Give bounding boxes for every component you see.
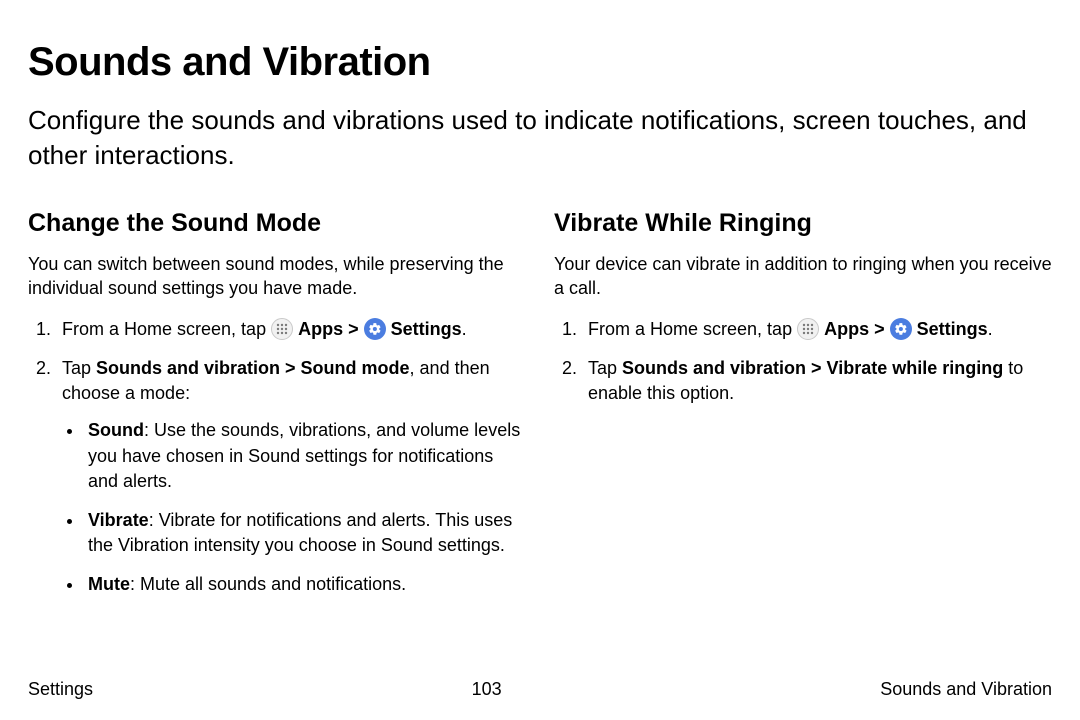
footer-left: Settings [28, 679, 93, 700]
left-column: Change the Sound Mode You can switch bet… [28, 209, 526, 611]
bullet-vibrate: Vibrate: Vibrate for notifications and a… [84, 508, 526, 558]
right-column: Vibrate While Ringing Your device can vi… [554, 209, 1052, 611]
settings-gear-icon [890, 318, 912, 340]
apps-label: Apps [824, 319, 869, 339]
footer-page-number: 103 [472, 679, 502, 700]
step1-prefix: From a Home screen, tap [62, 319, 271, 339]
page-title: Sounds and Vibration [28, 40, 1052, 85]
left-step-2: Tap Sounds and vibration > Sound mode, a… [56, 356, 526, 598]
period: . [988, 319, 993, 339]
two-column-layout: Change the Sound Mode You can switch bet… [28, 209, 1052, 611]
left-intro: You can switch between sound modes, whil… [28, 252, 526, 301]
step2-prefix: Tap [62, 358, 96, 378]
apps-grid-icon [797, 318, 819, 340]
chevron-icon: > [874, 319, 885, 339]
step1-prefix: From a Home screen, tap [588, 319, 797, 339]
bullet-vibrate-label: Vibrate [88, 510, 149, 530]
bullet-vibrate-text: : Vibrate for notifications and alerts. … [88, 510, 512, 555]
right-heading: Vibrate While Ringing [554, 209, 1052, 238]
step2-path: Sounds and vibration > Vibrate while rin… [622, 358, 1003, 378]
footer-right: Sounds and Vibration [880, 679, 1052, 700]
bullet-mute: Mute: Mute all sounds and notifications. [84, 572, 526, 597]
left-bullets: Sound: Use the sounds, vibrations, and v… [62, 418, 526, 597]
apps-grid-icon [271, 318, 293, 340]
period: . [462, 319, 467, 339]
bullet-sound: Sound: Use the sounds, vibrations, and v… [84, 418, 526, 494]
step2-prefix: Tap [588, 358, 622, 378]
bullet-mute-label: Mute [88, 574, 130, 594]
settings-label: Settings [917, 319, 988, 339]
right-step-2: Tap Sounds and vibration > Vibrate while… [582, 356, 1052, 406]
chevron-icon: > [348, 319, 359, 339]
left-heading: Change the Sound Mode [28, 209, 526, 238]
bullet-sound-text: : Use the sounds, vibrations, and volume… [88, 420, 520, 490]
right-intro: Your device can vibrate in addition to r… [554, 252, 1052, 301]
settings-label: Settings [391, 319, 462, 339]
left-steps: From a Home screen, tap Apps > Settings.… [28, 317, 526, 598]
left-step-1: From a Home screen, tap Apps > Settings. [56, 317, 526, 342]
bullet-mute-text: : Mute all sounds and notifications. [130, 574, 406, 594]
apps-label: Apps [298, 319, 343, 339]
bullet-sound-label: Sound [88, 420, 144, 440]
right-steps: From a Home screen, tap Apps > Settings.… [554, 317, 1052, 407]
right-step-1: From a Home screen, tap Apps > Settings. [582, 317, 1052, 342]
step2-path: Sounds and vibration > Sound mode [96, 358, 410, 378]
page-intro: Configure the sounds and vibrations used… [28, 103, 1052, 173]
page-footer: Settings 103 Sounds and Vibration [28, 679, 1052, 700]
settings-gear-icon [364, 318, 386, 340]
